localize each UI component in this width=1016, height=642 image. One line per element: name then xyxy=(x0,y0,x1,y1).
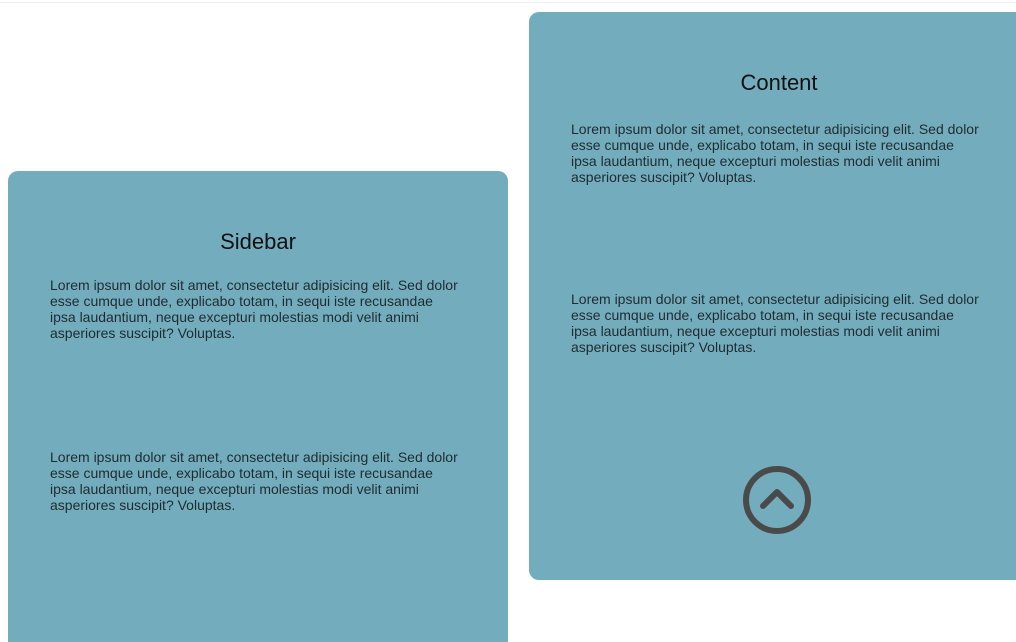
content-paragraph: Lorem ipsum dolor sit amet, consectetur … xyxy=(571,291,979,355)
page: Sidebar Lorem ipsum dolor sit amet, cons… xyxy=(0,0,1016,642)
content-title: Content xyxy=(740,70,818,95)
top-divider xyxy=(0,2,1016,3)
sidebar-paragraph: Lorem ipsum dolor sit amet, consectetur … xyxy=(50,277,458,341)
chevron-up-circle-icon xyxy=(743,466,811,534)
sidebar-title: Sidebar xyxy=(220,229,296,254)
content-panel: Content Lorem ipsum dolor sit amet, cons… xyxy=(529,12,1016,580)
content-paragraph: Lorem ipsum dolor sit amet, consectetur … xyxy=(571,121,979,185)
scroll-to-top-button[interactable] xyxy=(741,464,813,536)
sidebar-panel: Sidebar Lorem ipsum dolor sit amet, cons… xyxy=(8,171,508,642)
sidebar-paragraph: Lorem ipsum dolor sit amet, consectetur … xyxy=(50,449,458,513)
